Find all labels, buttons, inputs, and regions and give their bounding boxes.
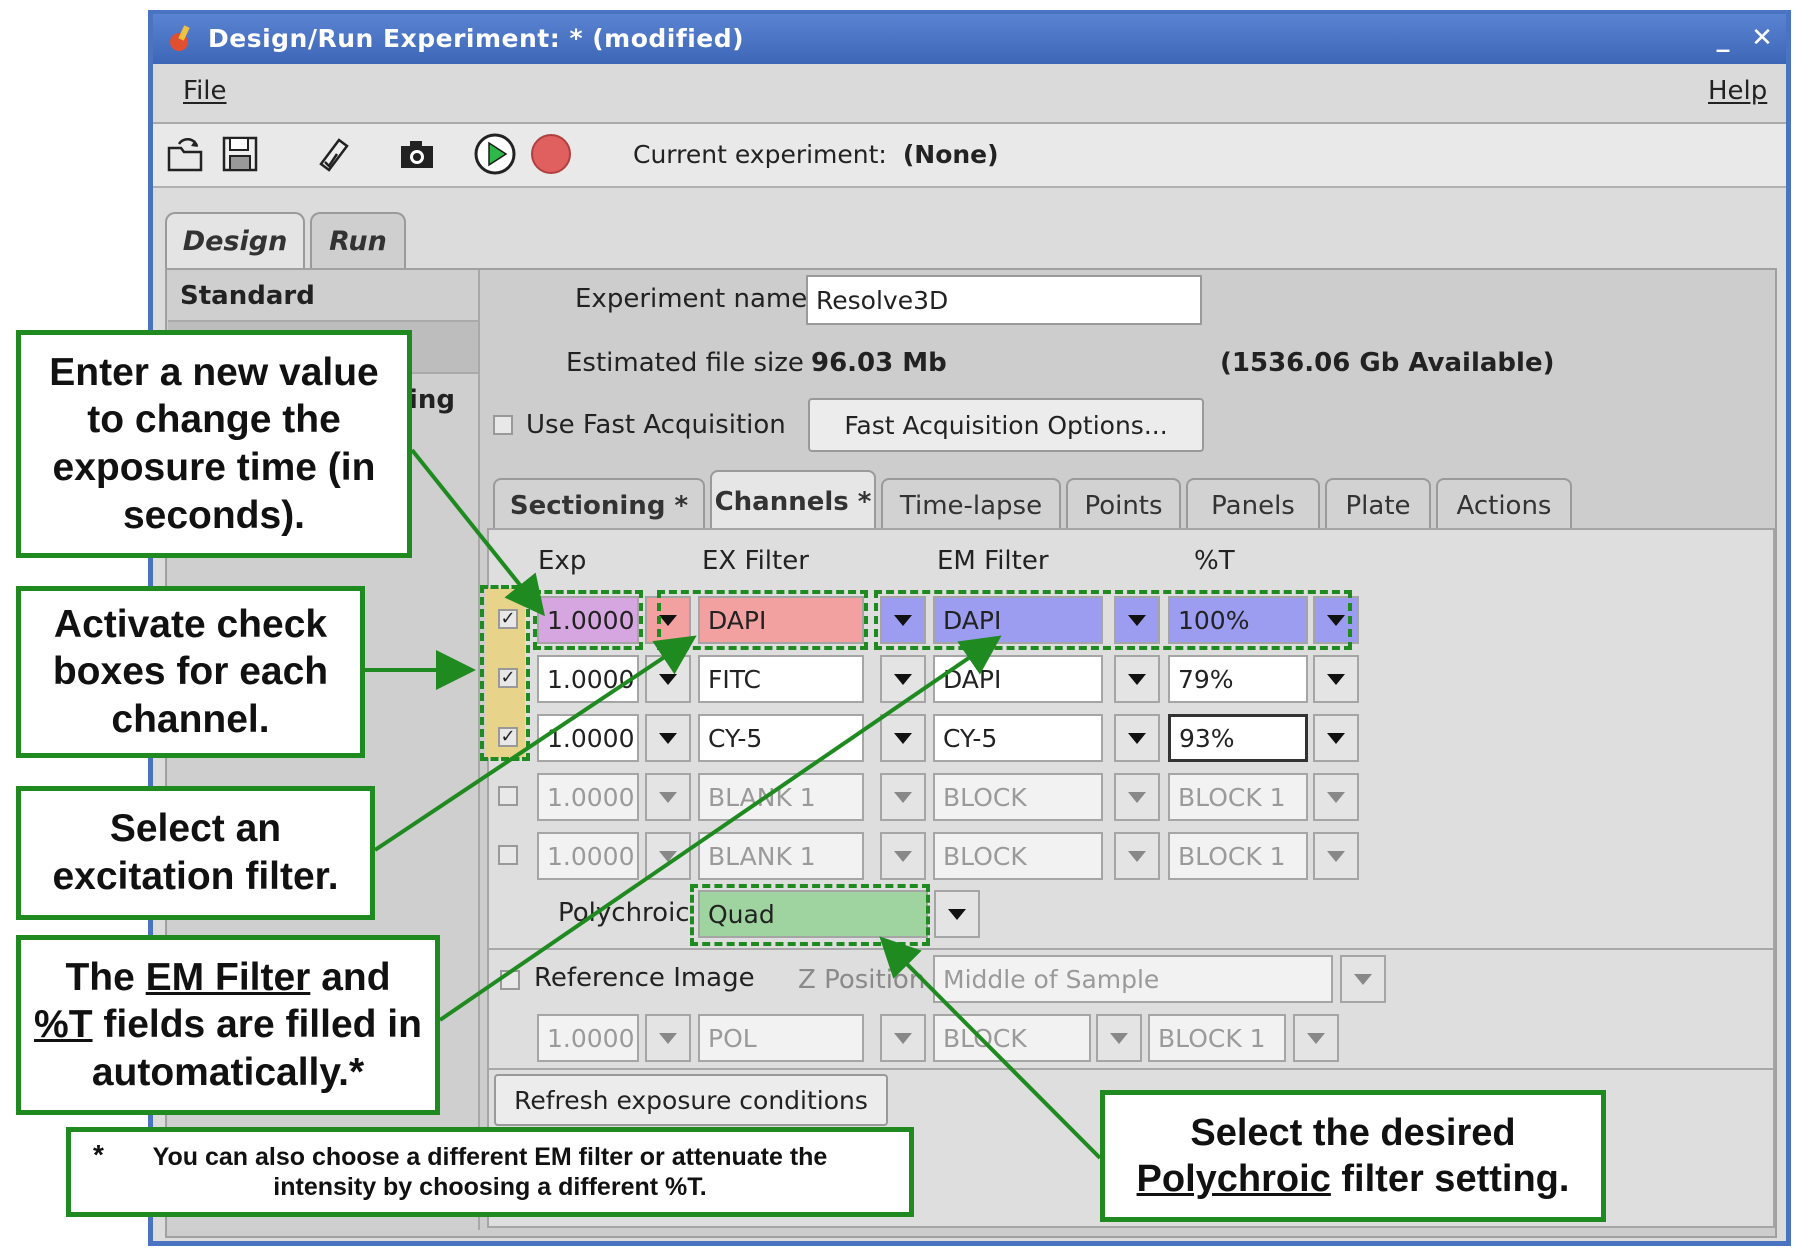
callout-em-auto-text: The EM Filter and %T fields are filled i… <box>21 954 435 1097</box>
callout-em-auto-and: and <box>321 955 391 999</box>
callout-polychroic: Select the desired Polychroic filter sett… <box>1100 1090 1606 1222</box>
callout-excitation-text: Select an excitation filter. <box>52 807 339 898</box>
callout-polychroic-text: Select the desired Polychroic filter sett… <box>1117 1110 1590 1203</box>
callout-em-auto-post: fields are filled in automatically.* <box>91 1003 422 1094</box>
callout-exposure: Enter a new value to change the exposure… <box>16 330 412 558</box>
footnote-star: * <box>93 1139 104 1170</box>
callout-excitation: Select an excitation filter. <box>16 786 375 920</box>
callout-footnote: * You can also choose a different EM fil… <box>66 1127 914 1217</box>
callout-poly-u: Polychroic <box>1136 1158 1331 1200</box>
callout-exposure-text: Enter a new value to change the exposure… <box>49 350 379 537</box>
callout-em-auto-pre: The <box>65 955 135 999</box>
callout-footnote-text: You can also choose a different EM filte… <box>152 1142 828 1202</box>
callout-poly-pre: Select the desired <box>1190 1111 1516 1154</box>
callout-em-auto: The EM Filter and %T fields are filled i… <box>16 935 440 1115</box>
callout-em-auto-em: EM Filter <box>145 955 311 999</box>
callout-checkbox-text: Activate check boxes for each channel. <box>52 602 329 741</box>
callout-em-auto-t: %T <box>34 1003 93 1047</box>
callout-poly-post: filter setting. <box>1341 1158 1570 1200</box>
callout-checkbox: Activate check boxes for each channel. <box>16 586 365 758</box>
